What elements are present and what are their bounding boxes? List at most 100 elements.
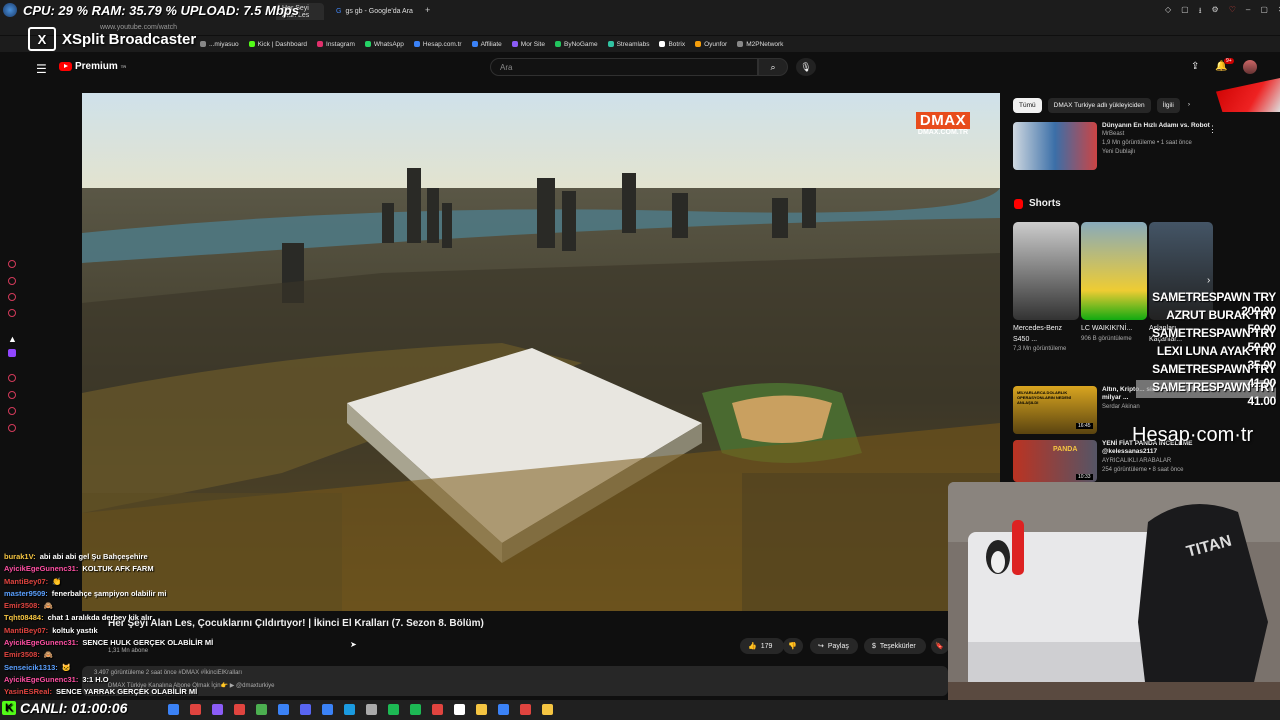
video-player[interactable]	[82, 93, 1000, 611]
bookmark-label: Kick | Dashboard	[257, 40, 308, 48]
taskbar-app-icon[interactable]	[476, 704, 487, 715]
shorts-next-icon[interactable]: ›	[1207, 275, 1210, 286]
share-label: Paylaş	[827, 642, 849, 650]
bookmark-label: Mor Site	[520, 40, 545, 48]
bookmark-item[interactable]: M2PNetwork	[737, 41, 783, 48]
bookmark-item[interactable]: Hesap.com.tr	[413, 41, 462, 48]
bookmark-item[interactable]: Botrix	[659, 41, 685, 48]
donation-entry: SAMETRESPAWN TRY 50.00	[1152, 326, 1276, 354]
rail-alert-icon[interactable]	[8, 309, 16, 317]
bookmark-item[interactable]: Kick | Dashboard	[248, 40, 308, 48]
bookmark-label: Instagram	[326, 40, 355, 48]
rail-time-icon[interactable]	[8, 391, 16, 399]
bookmark-item[interactable]: ByNoGame	[554, 41, 598, 48]
chip-related[interactable]: İlgili	[1156, 98, 1180, 113]
thanks-button[interactable]: $ Teşekkürler	[864, 638, 926, 654]
rail-history-icon[interactable]	[8, 407, 16, 415]
dislike-button[interactable]: 👎	[783, 638, 803, 654]
search-input[interactable]: Ara	[490, 58, 758, 76]
chat-text: SENCE HULK GERÇEK OLABİLİR Mİ	[82, 638, 214, 648]
thumbnail-text: PANDA	[1053, 446, 1078, 453]
avatar[interactable]	[1243, 60, 1257, 74]
thumbs-down-icon: 👎	[788, 643, 797, 650]
download-icon[interactable]: ⭳	[1199, 5, 1202, 19]
bookmark-item[interactable]: Streamlabs	[607, 40, 650, 48]
chat-message: Emir3508: 🙈	[4, 650, 344, 662]
video-duration: 16:45	[1076, 423, 1093, 429]
share-button[interactable]: ↪ Paylaş	[810, 638, 858, 654]
short-thumbnail-1[interactable]	[1013, 222, 1079, 320]
chevron-right-icon[interactable]: ›	[1186, 98, 1192, 113]
taskbar-app-icon[interactable]	[300, 704, 311, 715]
bookmark-item[interactable]: Instagram	[317, 41, 355, 48]
taskbar-app-icon[interactable]	[542, 704, 553, 715]
search-button[interactable]: ⌕	[758, 58, 788, 76]
rail-twitch-icon[interactable]	[8, 349, 16, 357]
chat-message: YasinESReal: SENCE YARRAK GERÇEK OLABİLİR…	[4, 687, 344, 699]
bookmark-item[interactable]: Oyunfor	[695, 41, 727, 48]
chat-username: Emir3508:	[4, 650, 40, 660]
upload-icon[interactable]: ⇪	[1191, 61, 1199, 72]
taskbar-app-icon[interactable]	[498, 704, 509, 715]
bookmark-label: Streamlabs	[616, 40, 650, 48]
more-options-icon[interactable]: ⋮	[1208, 124, 1217, 135]
minimize-icon[interactable]: –	[1246, 5, 1250, 19]
maximize-icon[interactable]: ▢	[1260, 5, 1268, 19]
bookmark-item[interactable]: Mor Site	[511, 40, 545, 48]
taskbar-app-icon[interactable]	[520, 704, 531, 715]
youtube-premium-logo[interactable]: Premium TR	[59, 61, 126, 72]
bookmark-item[interactable]: WhatsApp	[364, 41, 404, 48]
donation-entry: LEXI LUNA AYAK TRY 35.00	[1156, 344, 1276, 372]
taskbar-app-icon[interactable]	[256, 704, 267, 715]
taskbar-app-icon[interactable]	[168, 704, 179, 715]
chip-all[interactable]: Tümü	[1013, 98, 1042, 113]
taskbar-app-icon[interactable]	[322, 704, 333, 715]
like-button[interactable]: 👍 179	[740, 638, 784, 654]
chat-username: Senseicik1313:	[4, 662, 58, 672]
heart-icon[interactable]: ♡	[1229, 5, 1236, 19]
rail-gear-icon[interactable]	[8, 424, 16, 432]
chat-text: chat 1 aralıkda derbey kik alır	[47, 613, 153, 623]
taskbar-app-icon[interactable]	[432, 704, 443, 715]
bookmark-icon	[364, 41, 371, 47]
taskbar-app-icon[interactable]	[234, 704, 245, 715]
taskbar-app-icon[interactable]	[410, 704, 421, 715]
short-item-2: LC WAIKIKI'Nİ... 906 B görüntüleme	[1081, 324, 1141, 344]
tab-google-search[interactable]: Ggs gb - Google'da Ara	[330, 3, 420, 20]
taskbar-app-icon[interactable]	[388, 704, 399, 715]
live-timer-text: CANLI: 01:00:06	[20, 700, 128, 716]
taskbar-app-icon[interactable]	[212, 704, 223, 715]
bookmark-icon: 🔖	[935, 643, 944, 650]
taskbar-app-icon[interactable]	[366, 704, 377, 715]
rail-settings-icon[interactable]	[8, 374, 16, 382]
rail-chat-icon[interactable]	[8, 293, 16, 301]
taskbar-app-icon[interactable]	[190, 704, 201, 715]
chat-overlay: burak1V: abi abi abi gel Şu Bahçeşehire Ay…	[4, 552, 344, 700]
rail-record-icon[interactable]	[8, 260, 16, 268]
recommended-video[interactable]: Dünyanın En Hızlı Adamı vs. Robot MrBeas…	[1013, 122, 1213, 170]
xsplit-logo-icon: X	[28, 27, 56, 51]
bookmark-item[interactable]: Affiliate	[471, 41, 502, 48]
taskbar-app-icon[interactable]	[454, 704, 465, 715]
bookmark-item[interactable]: ...miyasuo	[200, 41, 239, 48]
rec-title: Dünyanın En Hızlı Adamı vs. Robot	[1102, 122, 1210, 129]
rail-refresh-icon[interactable]	[8, 277, 16, 285]
chip-uploader[interactable]: DMAX Turkiye adlı yükleyiciden	[1047, 98, 1151, 113]
bookmark-label: M2PNetwork	[746, 40, 784, 48]
taskbar-app-icon[interactable]	[344, 704, 355, 715]
voice-search-button[interactable]: 🎙	[796, 58, 816, 76]
menu-icon[interactable]: ☰	[36, 62, 47, 76]
share-icon: ↪	[818, 643, 824, 650]
save-button[interactable]: 🔖	[931, 638, 949, 654]
sidebar-icon[interactable]: ▢	[1181, 5, 1189, 19]
rail-kick-icon[interactable]: ▲	[8, 334, 17, 344]
thanks-icon: $	[872, 642, 876, 650]
extension-icon[interactable]: ◇	[1165, 5, 1171, 19]
rec-channel: MrBeast	[1102, 131, 1125, 138]
sponsor-logo: Hesap·com·tr	[1132, 424, 1254, 446]
chat-message: Emir3508: 🙈	[4, 601, 344, 613]
new-tab-button[interactable]: +	[425, 5, 430, 15]
taskbar-app-icon[interactable]	[278, 704, 289, 715]
short-views: 7,3 Mn görüntüleme	[1013, 346, 1067, 352]
settings-icon[interactable]: ⚙	[1212, 5, 1219, 19]
